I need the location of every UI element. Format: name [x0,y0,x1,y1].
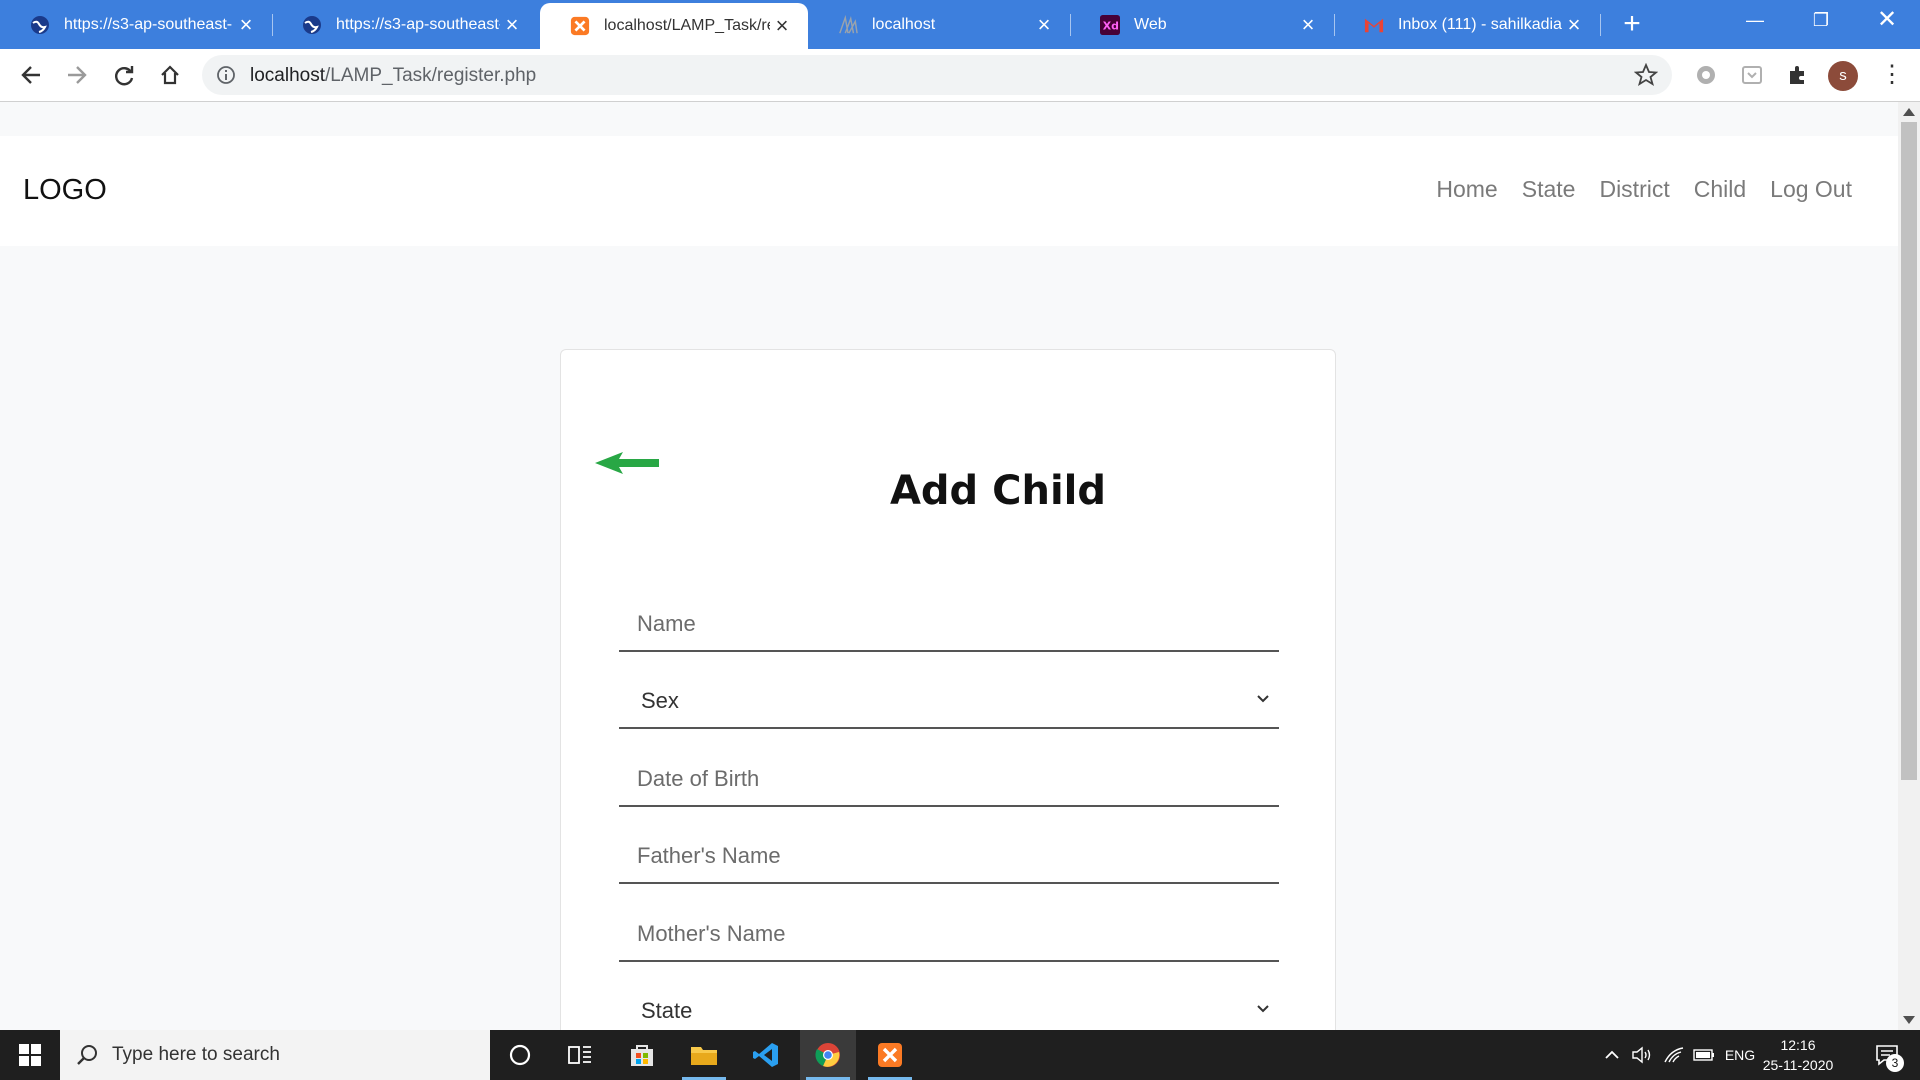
gmail-icon [1364,15,1384,35]
state-selected-value: State [641,998,693,1023]
extension-icon[interactable] [1690,59,1722,91]
profile-avatar[interactable]: s [1828,61,1858,91]
chrome-icon[interactable] [800,1030,856,1080]
name-placeholder: Name [637,611,696,636]
father-name-placeholder: Father's Name [637,843,781,868]
state-select[interactable]: State [619,983,1279,1030]
father-name-field[interactable]: Father's Name [619,828,1279,884]
notification-center-icon[interactable]: 3 [1862,1030,1912,1080]
url-host: localhost [250,65,325,86]
nav-links: Home State District Child Log Out [1436,176,1852,203]
back-icon[interactable] [15,59,47,91]
nav-link-home[interactable]: Home [1436,176,1497,203]
forward-icon[interactable] [61,59,93,91]
scroll-up-icon[interactable] [1903,108,1915,116]
tab-title: localhost [872,15,936,33]
vscode-icon[interactable] [738,1030,794,1080]
mother-name-placeholder: Mother's Name [637,921,786,946]
system-clock[interactable]: 12:16 25-11-2020 [1756,1035,1840,1075]
browser-tab-strip: https://s3-ap-southeast- × https://s3-ap… [0,0,1920,49]
extension-icon[interactable] [1736,59,1768,91]
tab-title: https://s3-ap-southeast- [336,15,500,33]
tab-title: https://s3-ap-southeast- [64,15,233,33]
notification-count-badge: 3 [1886,1054,1904,1072]
xampp-icon [570,16,590,36]
browser-tab-1[interactable]: https://s3-ap-southeast- × [0,0,272,49]
home-icon[interactable] [154,59,186,91]
globe-icon [30,15,50,35]
xampp-icon[interactable] [862,1030,918,1080]
nav-link-child[interactable]: Child [1694,176,1746,203]
page-viewport: LOGO Home State District Child Log Out A… [0,102,1898,1030]
close-tab-icon[interactable]: × [770,13,794,39]
browser-tab-6[interactable]: Inbox (111) - sahilkadian × [1334,0,1600,49]
reload-icon[interactable] [108,59,140,91]
show-hidden-icons-icon[interactable] [1600,1030,1624,1080]
name-field[interactable]: Name [619,596,1279,652]
menu-icon[interactable]: ⋮ [1876,59,1908,91]
browser-tab-5[interactable]: Xd Web × [1070,0,1334,49]
mother-name-field[interactable]: Mother's Name [619,906,1279,962]
tab-title: Web [1134,15,1167,33]
nav-link-state[interactable]: State [1522,176,1576,203]
address-bar[interactable]: localhost/LAMP_Task/register.php [202,55,1672,95]
minimize-icon[interactable]: — [1722,0,1788,40]
store-icon[interactable] [614,1030,670,1080]
windows-taskbar: Type here to search ENG 12:16 25-11-2020… [0,1030,1920,1080]
tab-title: localhost/LAMP_Task/reg [604,17,770,34]
language-indicator[interactable]: ENG [1720,1030,1760,1080]
file-explorer-icon[interactable] [676,1030,732,1080]
site-navbar: LOGO Home State District Child Log Out [0,136,1898,246]
puzzle-icon[interactable] [1782,59,1814,91]
site-logo[interactable]: LOGO [23,174,107,207]
browser-tab-4[interactable]: localhost × [808,0,1070,49]
close-tab-icon[interactable]: × [234,12,258,38]
page-title: Add Child [889,468,1107,514]
close-tab-icon[interactable]: × [500,12,524,38]
windows-start-icon[interactable] [0,1030,60,1080]
close-tab-icon[interactable]: × [1296,12,1320,38]
tab-title: Inbox (111) - sahilkadian [1398,15,1562,33]
restore-icon[interactable]: ❐ [1788,0,1854,40]
url-text: localhost/LAMP_Task/register.php [250,65,536,87]
phpmyadmin-icon [838,14,858,35]
new-tab-icon[interactable]: + [1616,8,1648,40]
cortana-icon[interactable] [492,1030,548,1080]
battery-icon[interactable] [1690,1030,1718,1080]
network-icon[interactable] [1660,1030,1688,1080]
globe-icon [302,15,322,35]
browser-toolbar: localhost/LAMP_Task/register.php s ⋮ [0,49,1920,102]
site-info-icon[interactable] [216,65,236,85]
svg-text:Xd: Xd [1103,19,1119,32]
clock-time: 12:16 [1780,1037,1816,1053]
nav-link-logout[interactable]: Log Out [1770,176,1852,203]
close-tab-icon[interactable]: × [1032,12,1056,38]
add-child-card: Add Child Name Sex Date of Birth Father'… [560,349,1336,1030]
bookmark-star-icon[interactable] [1633,62,1659,87]
scroll-thumb[interactable] [1901,122,1917,780]
task-view-icon[interactable] [552,1030,608,1080]
close-window-icon[interactable]: ✕ [1854,0,1920,40]
clock-date: 25-11-2020 [1762,1057,1834,1073]
browser-tab-2[interactable]: https://s3-ap-southeast- × [272,0,538,49]
dob-field[interactable]: Date of Birth [619,751,1279,807]
taskbar-search[interactable]: Type here to search [60,1030,490,1080]
browser-tab-3[interactable]: localhost/LAMP_Task/reg × [540,3,808,49]
chevron-down-icon [1255,691,1271,707]
search-placeholder: Type here to search [112,1044,280,1065]
dob-placeholder: Date of Birth [637,766,760,791]
chevron-down-icon [1255,1001,1271,1017]
sex-select[interactable]: Sex [619,673,1279,729]
scroll-down-icon[interactable] [1903,1016,1915,1024]
nav-link-district[interactable]: District [1599,176,1669,203]
page-scrollbar[interactable] [1898,102,1920,1030]
search-icon [76,1044,98,1066]
close-tab-icon[interactable]: × [1562,12,1586,38]
sex-selected-value: Sex [641,688,679,713]
volume-icon[interactable] [1628,1030,1656,1080]
url-path: /LAMP_Task/register.php [325,65,537,86]
adobe-xd-icon: Xd [1100,14,1120,35]
